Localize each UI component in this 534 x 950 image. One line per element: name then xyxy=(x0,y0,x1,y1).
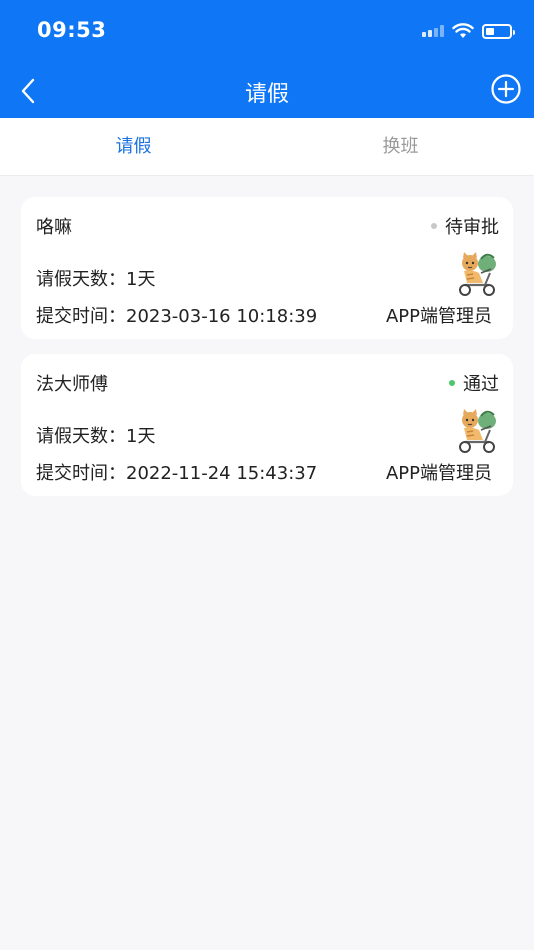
status-text: 通过 xyxy=(463,374,499,395)
status-text: 待审批 xyxy=(445,217,499,238)
status-time: 09:53 xyxy=(37,18,107,42)
app-header: 09:53 请假 xyxy=(0,0,534,118)
status-dot xyxy=(431,223,437,229)
applicant-name: 咯嘛 xyxy=(36,217,72,238)
submit-time: 提交时间：2023-03-16 10:18:39 xyxy=(36,302,317,328)
leave-card[interactable]: 法大师傅 通过 请假天数：1天 提交时间：2022-11-24 15:43:37… xyxy=(21,354,513,496)
leave-days-value: 1天 xyxy=(126,269,156,290)
page-title: 请假 xyxy=(244,82,289,107)
mascot-cat-scooter-icon xyxy=(459,252,496,296)
leave-days-label: 请假天数： xyxy=(36,426,126,447)
tab-bar: 请假 换班 xyxy=(0,118,534,176)
submit-time-value: 2022-11-24 15:43:37 xyxy=(126,463,318,484)
signal-icon xyxy=(422,25,444,37)
tab-leave[interactable]: 请假 xyxy=(0,118,267,175)
applicant-name: 法大师傅 xyxy=(36,374,108,395)
add-button[interactable] xyxy=(490,73,522,105)
submit-time-label: 提交时间： xyxy=(36,306,126,327)
leave-list: 咯嘛 待审批 请假天数：1天 提交时间：2023-03-16 10:18:39 … xyxy=(21,197,513,511)
leave-card[interactable]: 咯嘛 待审批 请假天数：1天 提交时间：2023-03-16 10:18:39 … xyxy=(21,197,513,339)
submit-time-value: 2023-03-16 10:18:39 xyxy=(126,306,318,327)
battery-icon xyxy=(482,23,515,39)
tab-shift-swap[interactable]: 换班 xyxy=(267,118,534,175)
status-icons xyxy=(422,21,515,41)
leave-days: 请假天数：1天 xyxy=(36,422,155,448)
leave-days-value: 1天 xyxy=(126,426,156,447)
status-badge: 待审批 xyxy=(431,213,499,239)
leave-days: 请假天数：1天 xyxy=(36,265,155,291)
submit-time-label: 提交时间： xyxy=(36,463,126,484)
mascot-cat-scooter-icon xyxy=(459,409,496,453)
leave-days-label: 请假天数： xyxy=(36,269,126,290)
submitter: APP端管理员 xyxy=(385,306,492,327)
wifi-icon xyxy=(452,23,474,38)
submit-time: 提交时间：2022-11-24 15:43:37 xyxy=(36,459,317,485)
submitter: APP端管理员 xyxy=(385,463,492,484)
plus-circle-icon xyxy=(491,74,521,104)
status-dot xyxy=(449,380,455,386)
status-badge: 通过 xyxy=(449,370,499,396)
